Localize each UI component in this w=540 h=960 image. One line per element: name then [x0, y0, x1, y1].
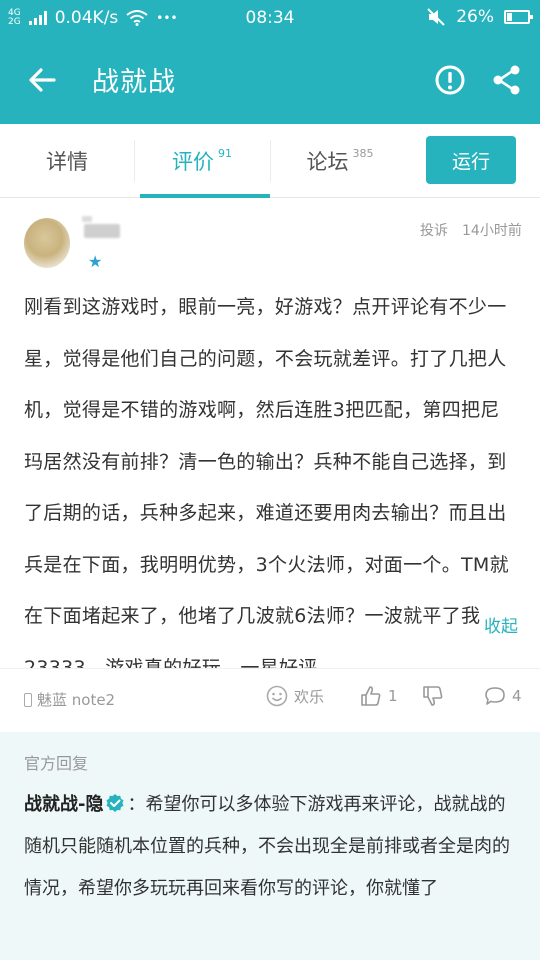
mute-icon [427, 8, 445, 26]
tab-bar: 详情 评价 91 论坛 385 运行 [0, 124, 540, 198]
share-icon[interactable] [492, 64, 522, 96]
official-reply-body: 战就战-隐 ：希望你可以多体验下游戏再来评论，战就战的随机只能随机本位置的兵种，… [24, 784, 518, 910]
smiley-icon [266, 685, 288, 707]
review-card: ★ 投诉 14小时前 刚看到这游戏时，眼前一亮，好游戏？点开评论有不少一星，觉得… [0, 198, 540, 679]
battery-level [507, 13, 512, 21]
mood-tag: 欢乐 [266, 685, 324, 707]
tab-forum-label: 论坛 [306, 150, 349, 174]
reply-author[interactable]: 战就战-隐 [24, 794, 103, 815]
comment-bubble-icon [485, 687, 505, 705]
star-badge-icon: ★ [88, 252, 103, 271]
dislike-button[interactable] [422, 685, 444, 711]
run-button[interactable]: 运行 [426, 136, 516, 184]
device-name: 魅蓝 note2 [37, 691, 116, 709]
comment-button[interactable]: 4 [484, 685, 522, 707]
username-redacted [82, 216, 120, 238]
tab-forum-count: 385 [352, 146, 374, 160]
battery-percent: 26% [456, 7, 494, 27]
report-alert-icon[interactable] [434, 64, 466, 96]
verified-badge-icon [106, 794, 124, 812]
battery-icon [504, 10, 533, 24]
mood-label: 欢乐 [294, 687, 325, 706]
report-link[interactable]: 投诉 [420, 220, 448, 240]
review-time: 14小时前 [462, 223, 522, 239]
device-info: 魅蓝 note2 [24, 689, 115, 710]
phone-icon [24, 692, 32, 707]
tab-reviews-label: 评价 [172, 150, 214, 174]
tab-reviews[interactable]: 评价 91 [134, 124, 270, 198]
like-count: 1 [388, 687, 398, 705]
status-right: 26% [426, 7, 533, 27]
tab-details[interactable]: 详情 [0, 124, 134, 198]
tab-reviews-count: 91 [218, 146, 232, 160]
comment-count: 4 [512, 687, 522, 705]
review-text: 刚看到这游戏时，眼前一亮，好游戏？点开评论有不少一星，觉得是他们自己的问题，不会… [24, 296, 509, 679]
thumbs-up-icon [361, 686, 381, 706]
avatar[interactable] [24, 218, 70, 268]
collapse-link[interactable]: 收起 [484, 612, 518, 637]
tab-details-label: 详情 [46, 150, 88, 174]
official-reply-heading: 官方回复 [24, 754, 89, 773]
page-title: 战就战 [92, 67, 176, 98]
like-button[interactable]: 1 [360, 685, 398, 707]
status-bar: 4G 2G 0.04K/s ••• 08:34 26% [0, 0, 540, 38]
review-actions-bar: 魅蓝 note2 欢乐 1 4 [0, 668, 540, 728]
back-arrow-icon[interactable] [24, 62, 60, 98]
thumbs-down-icon [423, 686, 443, 706]
tab-forum[interactable]: 论坛 385 [270, 124, 410, 198]
official-reply: 官方回复 战就战-隐 ：希望你可以多体验下游戏再来评论，战就战的随机只能随机本位… [0, 732, 540, 960]
app-bar: 战就战 [0, 38, 540, 124]
